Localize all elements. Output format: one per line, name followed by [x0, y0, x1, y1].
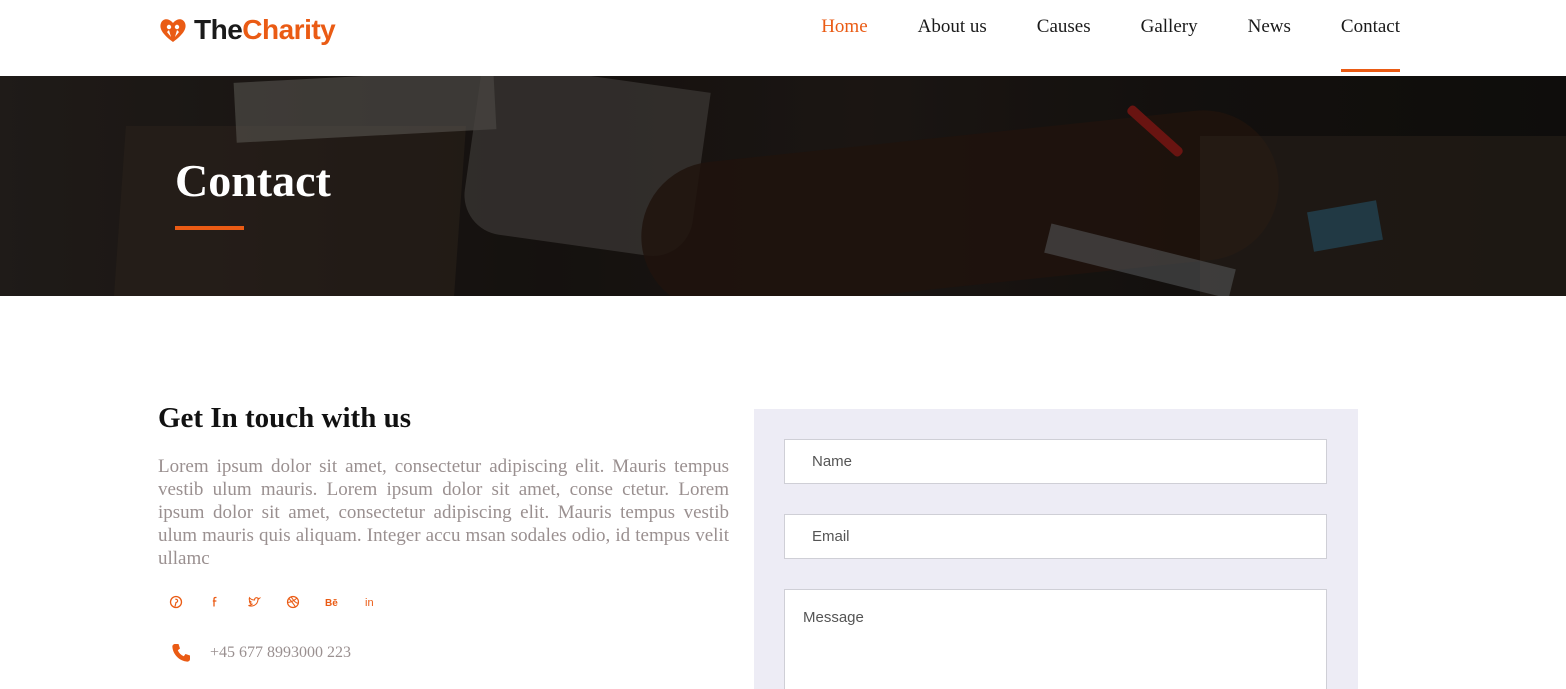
name-placeholder: Name: [812, 453, 853, 470]
facebook-icon[interactable]: [205, 592, 225, 612]
svg-text:Bē: Bē: [325, 598, 338, 609]
site-header: TheCharity Home About us Causes Gallery …: [0, 0, 1566, 76]
main-nav: Home About us Causes Gallery News Contac…: [771, 0, 1401, 76]
message-placeholder: Message: [803, 609, 864, 626]
heart-hands-icon: [158, 15, 188, 45]
contact-info: Get In touch with us Lorem ipsum dolor s…: [158, 402, 729, 570]
message-textarea[interactable]: Message: [784, 589, 1327, 689]
twitter-icon[interactable]: [244, 592, 264, 612]
nav-contact[interactable]: Contact: [1340, 0, 1401, 76]
pinterest-icon[interactable]: [166, 592, 186, 612]
nav-about-us[interactable]: About us: [918, 0, 987, 76]
phone-row: +45 677 8993000 223: [170, 642, 351, 664]
social-links: Bē in: [166, 592, 400, 612]
mail-icon: [171, 685, 191, 689]
contact-form: Name Email Message: [754, 409, 1358, 689]
svg-text:in: in: [365, 597, 374, 609]
contact-heading: Get In touch with us: [158, 402, 411, 434]
contact-description: Lorem ipsum dolor sit amet, consectetur …: [158, 456, 729, 569]
nav-home[interactable]: Home: [821, 0, 867, 76]
nav-news[interactable]: News: [1248, 0, 1291, 76]
logo[interactable]: TheCharity: [158, 13, 336, 47]
brand-name: TheCharity: [194, 14, 336, 45]
page-title: Contact: [175, 155, 331, 206]
hero-banner: Contact: [0, 76, 1566, 296]
title-underline: [175, 226, 244, 230]
linkedin-icon[interactable]: in: [361, 592, 381, 612]
email-placeholder: Email: [812, 528, 850, 545]
phone-icon: [170, 642, 192, 664]
behance-icon[interactable]: Bē: [322, 592, 342, 612]
name-input[interactable]: Name: [784, 439, 1327, 484]
phone-number[interactable]: +45 677 8993000 223: [210, 644, 351, 662]
nav-gallery[interactable]: Gallery: [1141, 0, 1198, 76]
email-input[interactable]: Email: [784, 514, 1327, 559]
dribbble-icon[interactable]: [283, 592, 303, 612]
nav-causes[interactable]: Causes: [1037, 0, 1091, 76]
